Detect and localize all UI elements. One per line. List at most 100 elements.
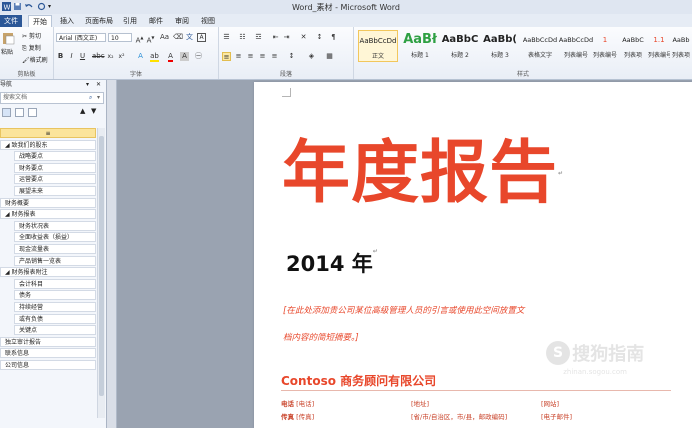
strikethrough-icon[interactable]: abc — [92, 52, 105, 61]
numbering-icon[interactable]: ☷ — [238, 33, 247, 42]
fax-line[interactable]: 传真 [传真] — [281, 411, 314, 421]
chinese-layout-icon[interactable]: ✕ — [299, 33, 308, 42]
nav-heading-item[interactable]: 债务 — [14, 290, 96, 301]
nav-heading-item[interactable]: ◢ 财务报表 — [0, 209, 96, 220]
multilevel-list-icon[interactable]: ☲ — [254, 33, 263, 42]
enclose-char-icon[interactable]: ㊀ — [194, 52, 203, 61]
borders-icon[interactable]: ▦ — [325, 52, 334, 61]
line-spacing-icon[interactable]: ↕ — [287, 52, 296, 61]
grow-font-icon[interactable]: A▲ — [135, 33, 144, 44]
nav-heading-item[interactable]: 联系信息 — [0, 348, 96, 359]
decrease-indent-icon[interactable]: ⇤ — [271, 33, 280, 42]
text-effects-icon[interactable]: A — [136, 52, 145, 61]
summary-placeholder-line-1[interactable]: [在此处添加贵公司某位高级管理人员的引言或使用此空间放置文 — [283, 304, 524, 316]
headings-view-icon[interactable] — [2, 108, 11, 117]
previous-heading-icon[interactable]: ▲ — [80, 107, 85, 115]
cut-button[interactable]: ✂ 剪切 — [22, 31, 41, 40]
tab-review[interactable]: 审阅 — [171, 15, 193, 27]
style-list-item[interactable]: AaBbC 列表项 — [618, 30, 648, 62]
pages-view-icon[interactable] — [15, 108, 24, 117]
align-center-icon[interactable]: ≡ — [234, 52, 243, 61]
copy-button[interactable]: ⎘ 复制 — [22, 43, 41, 53]
address-field[interactable]: [地址] — [411, 398, 429, 408]
char-shading-icon[interactable]: A — [180, 52, 189, 61]
nav-heading-item[interactable]: 会计科目 — [14, 278, 96, 289]
superscript-icon[interactable]: x² — [117, 52, 126, 61]
phone-line[interactable]: 电话 [电话] — [281, 398, 314, 408]
paste-icon[interactable] — [1, 31, 15, 45]
doc-year[interactable]: 2014 年 ↵ — [286, 248, 378, 278]
city-field[interactable]: [省/市/自治区，市/县，邮政编码] — [411, 411, 507, 421]
shrink-font-icon[interactable]: A▼ — [146, 33, 155, 44]
nav-heading-item[interactable]: 或有负债 — [14, 313, 96, 324]
nav-heading-item[interactable]: 持续经营 — [14, 302, 96, 312]
change-case-icon[interactable]: Aa — [160, 33, 169, 42]
tab-file[interactable]: 文件 — [0, 15, 22, 27]
tab-mailings[interactable]: 邮件 — [145, 15, 167, 27]
style-list-item-2[interactable]: AaBb 列表项 — [670, 30, 692, 62]
underline-icon[interactable]: U — [78, 52, 87, 61]
style-table-text[interactable]: AaBbCcDd 表格文字 — [520, 30, 560, 62]
nav-heading-item[interactable]: 财务概要 — [0, 197, 96, 208]
nav-heading-item[interactable]: 独立审计报告 — [0, 336, 96, 347]
increase-indent-icon[interactable]: ⇥ — [282, 33, 291, 42]
nav-heading-item[interactable]: 展望未来 — [14, 186, 96, 196]
sort-icon[interactable]: ↕ — [315, 33, 324, 42]
tab-page-layout[interactable]: 页面布局 — [81, 15, 117, 27]
tab-references[interactable]: 引用 — [119, 15, 141, 27]
nav-heading-item[interactable]: 公司信息 — [0, 360, 96, 370]
search-icon[interactable]: ⌕ — [89, 93, 92, 103]
results-view-icon[interactable] — [28, 108, 37, 117]
style-heading-2[interactable]: AaBbC 标题 2 — [440, 30, 480, 62]
highlight-icon[interactable]: ab — [150, 52, 159, 62]
nav-heading-item[interactable]: 运营要点 — [14, 174, 96, 185]
style-list-number-3[interactable]: 1.1 列表编号 — [648, 30, 670, 62]
nav-heading-item[interactable]: 战略要点 — [14, 151, 96, 162]
nav-heading-item[interactable]: 财务要点 — [14, 162, 96, 173]
style-heading-1[interactable]: AaBł 标题 1 — [400, 30, 440, 62]
show-marks-icon[interactable]: ¶ — [329, 33, 338, 42]
align-left-icon[interactable]: ≡ — [222, 52, 231, 61]
shading-icon[interactable]: ◈ — [307, 52, 316, 61]
style-normal[interactable]: AaBbCcDd 正文 — [358, 30, 398, 62]
style-list-number-2[interactable]: 1 列表编号 — [592, 30, 618, 62]
format-painter-button[interactable]: 🖌格式刷 — [22, 55, 48, 64]
nav-heading-item[interactable]: 全面收益表（损益） — [14, 232, 96, 243]
nav-heading-item[interactable]: 现金流量表 — [14, 244, 96, 254]
subscript-icon[interactable]: x₂ — [106, 52, 115, 61]
tab-insert[interactable]: 插入 — [56, 15, 78, 27]
summary-placeholder-line-2[interactable]: 档内容的简短摘要。] — [283, 331, 359, 343]
font-size-select[interactable]: 10 — [108, 33, 132, 42]
company-name[interactable]: Contoso 商务顾问有限公司 — [281, 372, 436, 389]
justify-icon[interactable]: ≡ — [258, 52, 267, 61]
tab-view[interactable]: 视图 — [197, 15, 219, 27]
nav-search-input[interactable]: 搜索文档 ⌕ ▾ — [0, 92, 104, 104]
bold-icon[interactable]: B — [56, 52, 65, 61]
bullets-icon[interactable]: ☰ — [222, 33, 231, 42]
paste-button[interactable]: 粘贴 — [1, 47, 13, 56]
nav-scrollbar[interactable] — [97, 128, 105, 418]
style-heading-3[interactable]: AaBb( 标题 3 — [480, 30, 520, 62]
nav-heading-item[interactable]: ◢ 财务报表附注 — [0, 267, 96, 278]
nav-heading-item[interactable]: 关键点 — [14, 325, 96, 336]
nav-heading-item[interactable]: 财务状况表 — [14, 220, 96, 231]
next-heading-icon[interactable]: ▼ — [91, 107, 96, 115]
phonetic-guide-icon[interactable]: 文 — [185, 33, 194, 42]
nav-scrollbar-thumb[interactable] — [99, 136, 104, 396]
char-border-icon[interactable]: A — [197, 33, 206, 42]
nav-heading-item[interactable]: 产品销售一览表 — [14, 255, 96, 266]
nav-close-icon[interactable]: ✕ — [96, 80, 101, 90]
distributed-icon[interactable]: ≡ — [270, 52, 279, 61]
align-right-icon[interactable]: ≡ — [246, 52, 255, 61]
doc-title[interactable]: 年度报告 ↵ — [282, 136, 563, 212]
font-name-select[interactable]: Arial (西文正) — [56, 33, 106, 42]
search-dropdown-icon[interactable]: ▾ — [97, 93, 100, 103]
nav-heading-item[interactable]: ◢ 致我们的股东 — [0, 139, 96, 150]
website-field[interactable]: [网站] — [541, 398, 559, 408]
italic-icon[interactable]: I — [67, 52, 76, 61]
document-page[interactable]: 年度报告 ↵ 2014 年 ↵ [在此处添加贵公司某位高级管理人员的引言或使用此空间… — [254, 82, 692, 428]
nav-menu-icon[interactable]: ▾ — [86, 80, 89, 90]
nav-heading-item[interactable]: ≡ — [0, 128, 96, 138]
style-list-number[interactable]: AaBbCcDd 列表编号 — [556, 30, 596, 62]
email-field[interactable]: [电子邮件] — [541, 411, 572, 421]
